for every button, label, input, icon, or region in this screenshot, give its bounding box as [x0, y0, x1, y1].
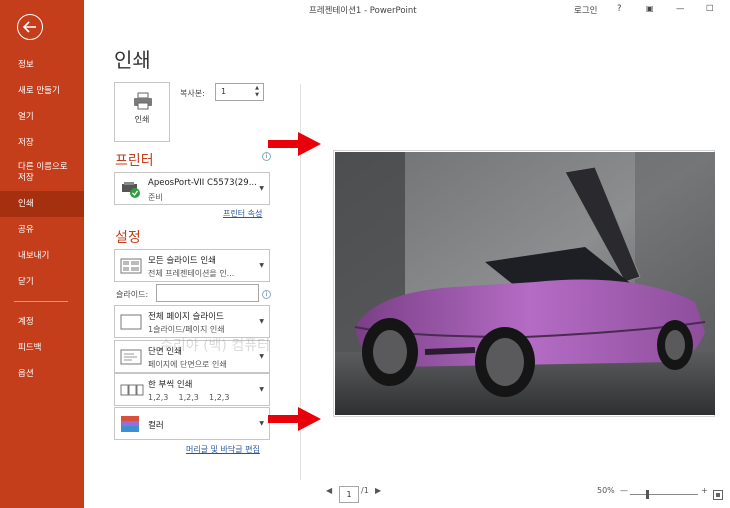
- print-button[interactable]: 인쇄: [114, 82, 170, 142]
- chevron-down-icon: ▼: [259, 262, 264, 269]
- sidebar-item-save[interactable]: 저장: [0, 130, 84, 156]
- sidebar-divider: [14, 301, 68, 302]
- sidebar-item-print[interactable]: 인쇄: [0, 191, 84, 217]
- minimize-button[interactable]: —: [676, 4, 685, 14]
- sidebar-item-options[interactable]: 옵션: [0, 361, 84, 387]
- zoom-level: 50%: [597, 486, 615, 495]
- collate-desc: 1,2,3 1,2,3 1,2,3: [148, 393, 230, 402]
- red-arrow-icon: [268, 407, 321, 431]
- help-button[interactable]: ?: [617, 4, 622, 14]
- chevron-down-icon: ▼: [259, 318, 264, 325]
- color-icon: [121, 416, 139, 432]
- printer-dropdown[interactable]: ApeosPort-VII C5573(29... 준비 ▼: [114, 172, 270, 205]
- settings-section-title: 설정: [115, 230, 141, 246]
- info-icon[interactable]: i: [262, 290, 271, 299]
- title-bar: 프레젠테이션1 - PowerPoint 로그인 ? ▣ — ☐ ✕: [84, 0, 730, 22]
- watermark: 수리야 (백) 컴퓨터: [160, 338, 270, 354]
- next-page-icon[interactable]: ▶: [375, 486, 381, 495]
- slides-icon: [120, 258, 142, 274]
- red-arrow-icon: [268, 132, 321, 156]
- sidebar-item-save-as[interactable]: 다른 이름으로 저장: [0, 160, 84, 186]
- slide-preview-image: [335, 152, 715, 415]
- copies-down-icon[interactable]: ▼: [253, 92, 261, 99]
- slides-label: 슬라이드:: [116, 290, 149, 299]
- fit-to-window-icon[interactable]: [713, 490, 723, 500]
- chevron-down-icon: ▼: [259, 185, 264, 192]
- print-range-label: 모든 슬라이드 인쇄: [148, 256, 216, 266]
- sidebar-item-feedback[interactable]: 피드백: [0, 335, 84, 361]
- printer-status-icon: [122, 182, 140, 198]
- total-pages: /1: [361, 486, 369, 495]
- header-footer-link[interactable]: 머리글 및 바닥글 편집: [186, 444, 260, 455]
- zoom-slider[interactable]: [630, 494, 698, 495]
- layout-label: 전체 페이지 슬라이드: [148, 312, 224, 322]
- page-number-input[interactable]: 1: [339, 486, 359, 503]
- printer-icon: [134, 92, 152, 110]
- print-range-dropdown[interactable]: 모든 슬라이드 인쇄 전체 프레젠테이션을 인... ▼: [114, 249, 270, 282]
- sidebar-item-export[interactable]: 내보내기: [0, 243, 84, 269]
- sign-in-link[interactable]: 로그인: [574, 4, 597, 16]
- slide-page-icon: [120, 314, 142, 330]
- copies-input[interactable]: 1 ▲ ▼: [215, 83, 264, 101]
- copies-value: 1: [221, 87, 227, 96]
- collate-label: 한 부씩 인쇄: [148, 380, 193, 390]
- chevron-down-icon: ▼: [259, 386, 264, 393]
- collate-dropdown[interactable]: 한 부씩 인쇄 1,2,3 1,2,3 1,2,3 ▼: [114, 373, 270, 406]
- printer-name: ApeosPort-VII C5573(29...: [148, 178, 257, 188]
- color-label: 컬러: [148, 421, 164, 431]
- window-title: 프레젠테이션1 - PowerPoint: [309, 6, 417, 16]
- zoom-slider-thumb[interactable]: [646, 490, 649, 499]
- print-range-desc: 전체 프레젠테이션을 인...: [148, 269, 235, 278]
- zoom-in-button[interactable]: +: [701, 486, 708, 495]
- sidebar-item-info[interactable]: 정보: [0, 52, 84, 78]
- printer-properties-link[interactable]: 프린터 속성: [223, 208, 262, 219]
- chevron-down-icon: ▼: [259, 420, 264, 427]
- copies-up-icon[interactable]: ▲: [253, 85, 261, 92]
- back-arrow-icon[interactable]: [17, 14, 43, 40]
- copies-label: 복사본:: [180, 89, 205, 98]
- backstage-sidebar: 정보 새로 만들기 열기 저장 다른 이름으로 저장 인쇄 공유 내보내기 닫기…: [0, 0, 84, 508]
- slides-input[interactable]: [156, 284, 259, 302]
- restore-button[interactable]: ☐: [706, 4, 714, 14]
- single-sided-icon: [120, 349, 142, 365]
- page-title: 인쇄: [114, 48, 151, 72]
- sides-desc: 페이지에 단면으로 인쇄: [148, 360, 227, 369]
- print-preview: [333, 150, 715, 417]
- printer-section-title: 프린터: [115, 153, 154, 169]
- sidebar-item-open[interactable]: 열기: [0, 104, 84, 130]
- sidebar-item-account[interactable]: 계정: [0, 309, 84, 335]
- layout-desc: 1슬라이드/페이지 인쇄: [148, 325, 225, 334]
- color-dropdown[interactable]: 컬러 ▼: [114, 407, 270, 440]
- sidebar-item-close[interactable]: 닫기: [0, 269, 84, 295]
- print-button-label: 인쇄: [134, 115, 150, 124]
- ribbon-display-icon[interactable]: ▣: [646, 4, 654, 13]
- layout-dropdown[interactable]: 전체 페이지 슬라이드 1슬라이드/페이지 인쇄 ▼: [114, 305, 270, 338]
- printer-status: 준비: [148, 193, 163, 202]
- zoom-out-button[interactable]: —: [620, 486, 628, 495]
- sidebar-item-share[interactable]: 공유: [0, 217, 84, 243]
- previous-page-icon[interactable]: ◀: [326, 486, 332, 495]
- sidebar-item-new[interactable]: 새로 만들기: [0, 78, 84, 104]
- collate-icon: [120, 384, 144, 396]
